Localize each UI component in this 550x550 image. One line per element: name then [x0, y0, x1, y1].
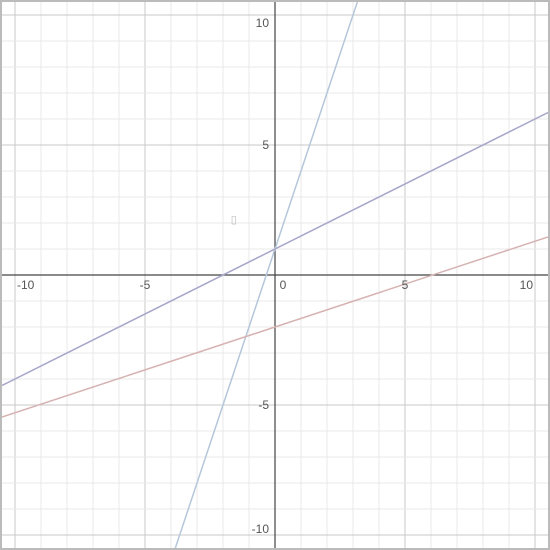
axes-layer — [2, 2, 548, 548]
y-tick-5: 5 — [262, 138, 269, 152]
chart-plot[interactable]: -10 -5 0 5 10 10 5 -5 -10 ▯ — [2, 2, 548, 548]
chart-container: -10 -5 0 5 10 10 5 -5 -10 ▯ — [0, 0, 550, 550]
x-tick-0: 0 — [280, 278, 287, 292]
marker-icon: ▯ — [231, 214, 237, 226]
x-tick-10: 10 — [520, 278, 534, 292]
y-tick-neg10: -10 — [252, 522, 270, 536]
y-tick-neg5: -5 — [258, 398, 269, 412]
y-tick-10: 10 — [256, 16, 270, 30]
x-tick-neg5: -5 — [140, 278, 151, 292]
x-tick-neg10: -10 — [17, 278, 35, 292]
x-tick-5: 5 — [402, 278, 409, 292]
